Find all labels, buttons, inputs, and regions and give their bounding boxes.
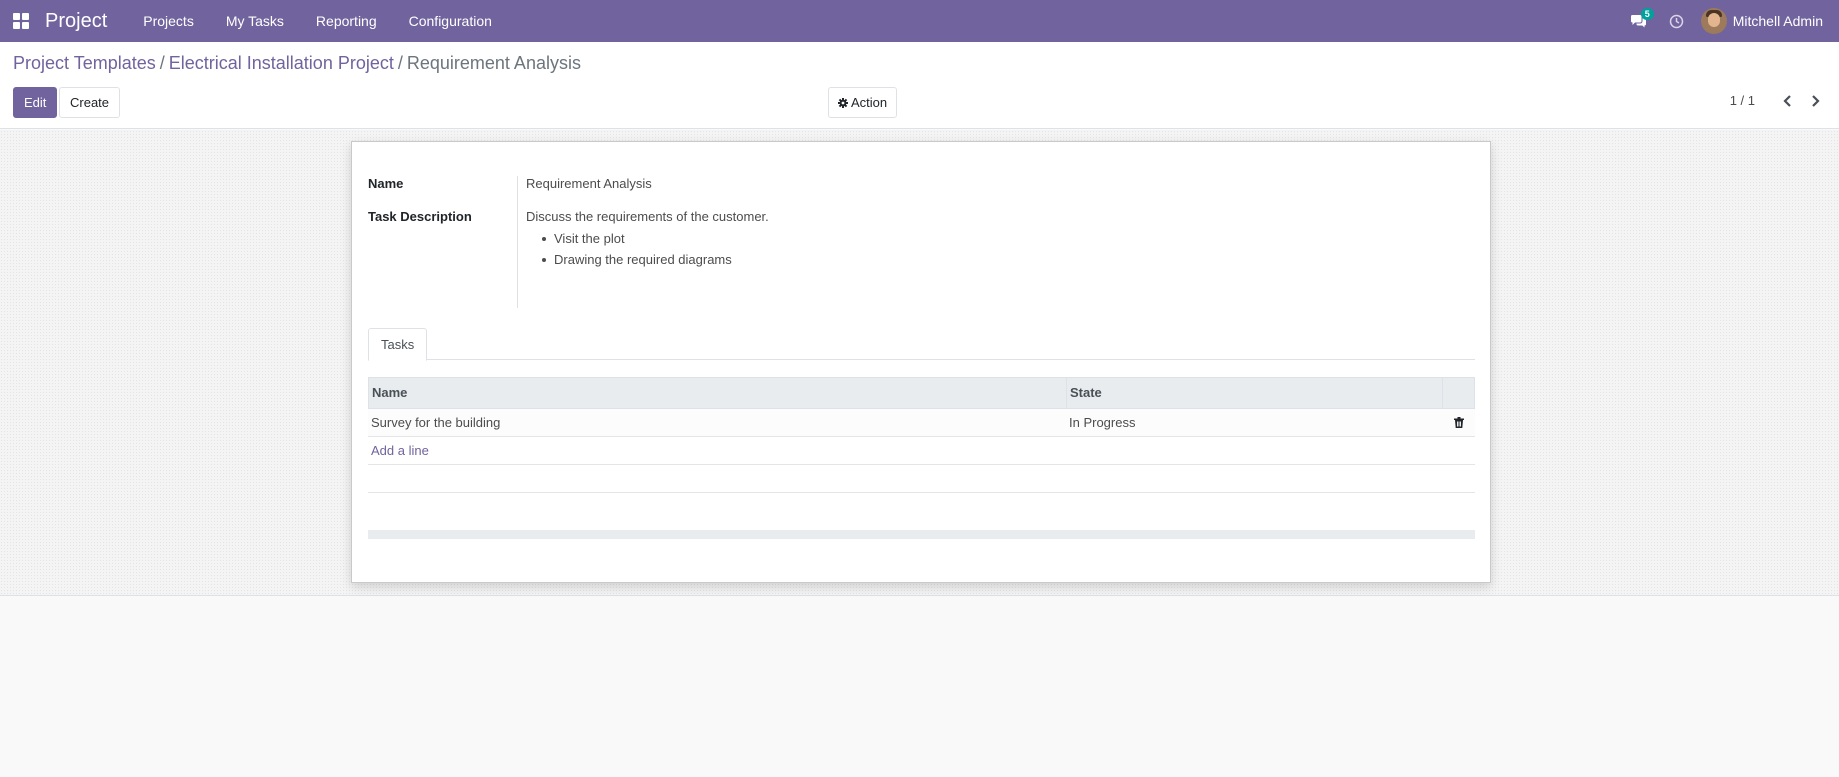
control-panel: Project Templates / Electrical Installat… — [0, 42, 1839, 129]
name-value: Requirement Analysis — [526, 176, 652, 191]
column-header-actions — [1443, 378, 1474, 408]
menu-reporting[interactable]: Reporting — [300, 13, 393, 29]
task-name-cell[interactable]: Survey for the building — [368, 409, 1066, 436]
add-line-row: Add a line — [368, 437, 1475, 465]
description-intro: Discuss the requirements of the customer… — [526, 209, 769, 224]
name-label: Name — [368, 176, 404, 191]
menu-projects[interactable]: Projects — [127, 13, 210, 29]
description-item: Drawing the required diagrams — [542, 249, 769, 270]
action-button[interactable]: Action — [828, 87, 898, 118]
apps-menu-icon[interactable] — [0, 0, 42, 42]
activity-clock-icon[interactable] — [1659, 0, 1695, 42]
user-menu[interactable]: Mitchell Admin — [1695, 8, 1839, 34]
tasks-table: Name State Survey for the building In Pr… — [368, 377, 1475, 493]
breadcrumb-electrical-installation[interactable]: Electrical Installation Project — [169, 53, 394, 74]
breadcrumb-project-templates[interactable]: Project Templates — [13, 53, 156, 74]
avatar — [1700, 8, 1727, 34]
task-description-value: Discuss the requirements of the customer… — [526, 209, 769, 270]
add-a-line-link[interactable]: Add a line — [368, 437, 429, 464]
app-brand[interactable]: Project — [45, 10, 107, 33]
field-divider — [517, 176, 518, 308]
chat-count-badge: 5 — [1640, 8, 1654, 20]
messaging-icon[interactable]: 5 — [1619, 0, 1659, 42]
breadcrumb: Project Templates / Electrical Installat… — [13, 53, 581, 74]
action-button-label: Action — [851, 95, 888, 110]
description-list: Visit the plot Drawing the required diag… — [526, 228, 769, 270]
chevron-left-icon — [1782, 95, 1791, 107]
user-name: Mitchell Admin — [1732, 13, 1823, 29]
table-row[interactable]: Survey for the building In Progress — [368, 409, 1475, 437]
pager-previous-button[interactable] — [1777, 91, 1797, 111]
form-sheet: Name Task Description Requirement Analys… — [351, 141, 1491, 583]
tab-tasks[interactable]: Tasks — [368, 328, 428, 361]
empty-table-row — [368, 465, 1475, 493]
breadcrumb-separator: / — [159, 53, 165, 73]
notebook-tabs: Tasks — [368, 328, 1475, 361]
gear-icon — [838, 97, 848, 108]
pager-value[interactable]: 1 / 1 — [1730, 93, 1755, 108]
top-navbar: Project Projects My Tasks Reporting Conf… — [0, 0, 1839, 42]
menu-my-tasks[interactable]: My Tasks — [210, 13, 300, 29]
task-description-label: Task Description — [368, 209, 472, 224]
create-button[interactable]: Create — [59, 87, 121, 118]
task-state-cell[interactable]: In Progress — [1066, 409, 1442, 436]
breadcrumb-current: Requirement Analysis — [406, 53, 581, 73]
column-header-state[interactable]: State — [1067, 378, 1443, 408]
delete-row-button[interactable] — [1442, 409, 1473, 436]
breadcrumb-separator: / — [397, 53, 403, 73]
menu-configuration[interactable]: Configuration — [393, 13, 508, 29]
description-item: Visit the plot — [542, 228, 769, 249]
trash-icon — [1454, 417, 1464, 428]
chevron-right-icon — [1811, 95, 1820, 107]
edit-button[interactable]: Edit — [13, 87, 58, 118]
form-content-area: Name Task Description Requirement Analys… — [0, 130, 1839, 596]
table-header: Name State — [368, 377, 1475, 409]
table-footer-bar — [368, 530, 1475, 539]
pager-next-button[interactable] — [1805, 91, 1825, 111]
column-header-name[interactable]: Name — [369, 378, 1067, 408]
